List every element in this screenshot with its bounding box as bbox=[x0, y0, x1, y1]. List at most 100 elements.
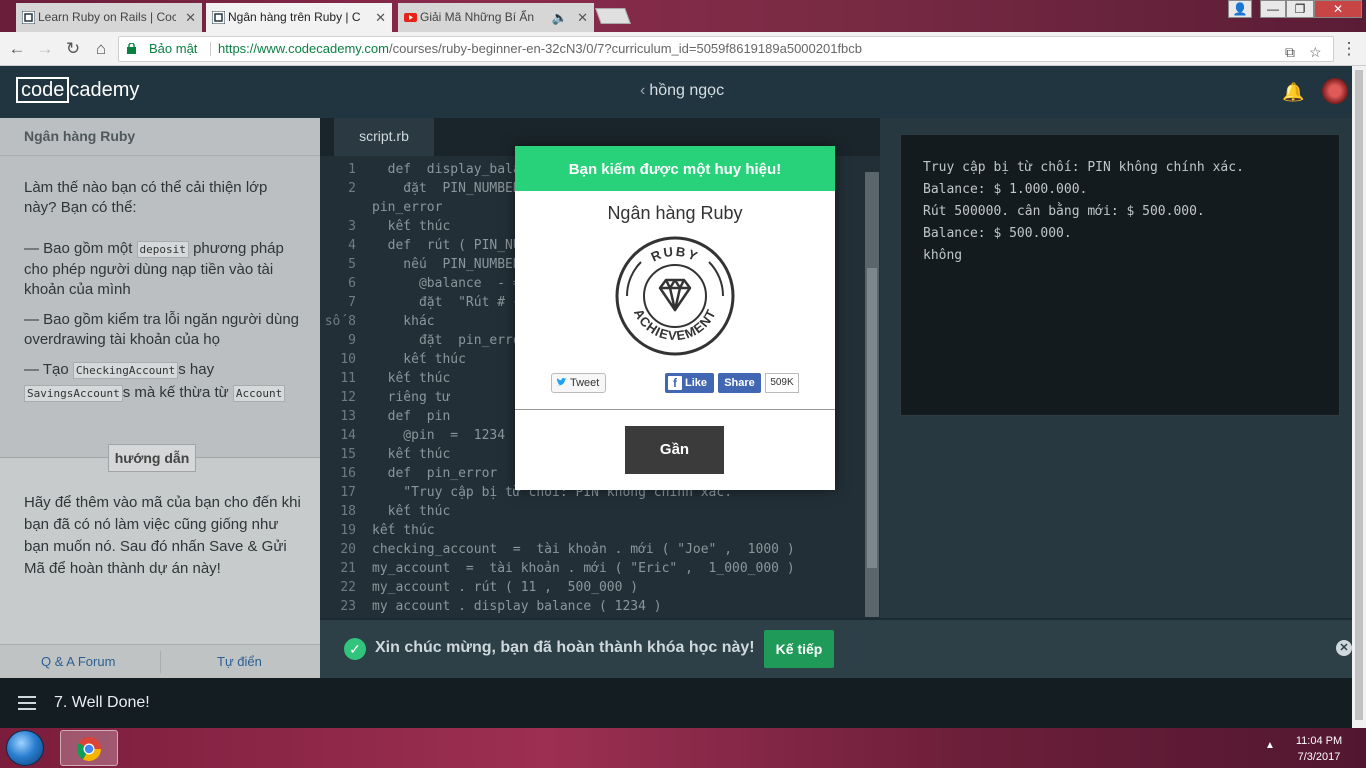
breadcrumb[interactable]: ‹ hồng ngọc bbox=[640, 82, 724, 100]
code-text: kết thúc bbox=[372, 371, 451, 386]
hint-button[interactable]: hướng dẫn bbox=[108, 444, 196, 472]
hint-section: Hãy để thêm vào mã của bạn cho đến khi b… bbox=[0, 458, 320, 658]
browser-tab[interactable]: Learn Ruby on Rails | Coc ✕ bbox=[16, 3, 202, 32]
badge-title: Ngân hàng Ruby bbox=[607, 203, 743, 223]
code-text: @balance - = bbox=[372, 276, 521, 291]
taskbar-chrome-button[interactable] bbox=[60, 730, 118, 766]
minimize-button[interactable]: — bbox=[1260, 0, 1286, 18]
svg-text:RUBY: RUBY bbox=[649, 244, 702, 265]
code-line: 15 kết thúc bbox=[320, 445, 450, 464]
console-line: Balance: $ 500.000. bbox=[923, 226, 1072, 241]
translate-icon[interactable]: ⧉ bbox=[1285, 40, 1295, 64]
facebook-share-button[interactable]: Share bbox=[718, 373, 761, 393]
tab-title: Learn Ruby on Rails | Coc bbox=[38, 10, 176, 24]
tray-arrow-icon[interactable]: ▲ bbox=[1265, 740, 1275, 751]
code-line: 6 @balance - = bbox=[320, 274, 521, 293]
inline-code: CheckingAccount bbox=[72, 362, 179, 379]
code-line: 23 my account . display balance ( 1234 ) bbox=[320, 597, 662, 616]
line-number: 12 bbox=[340, 390, 356, 405]
close-icon[interactable]: ✕ bbox=[1336, 640, 1352, 656]
code-line: 10 kết thúc bbox=[320, 350, 466, 369]
tab-script-rb[interactable]: script.rb bbox=[334, 118, 434, 156]
forward-icon[interactable]: → bbox=[34, 38, 56, 60]
new-tab-button[interactable] bbox=[595, 8, 631, 24]
browser-tab-bar: Learn Ruby on Rails | Coc ✕ Ngân hàng tr… bbox=[0, 0, 1366, 32]
browser-tab[interactable]: Ngân hàng trên Ruby | C ✕ bbox=[206, 3, 392, 32]
line-number: 21 bbox=[340, 561, 356, 576]
tab-title: Giải Mã Những Bí Ẩn bbox=[420, 10, 535, 24]
code-line: 20 checking_account = tài khoản . mới ( "… bbox=[320, 540, 794, 559]
code-text: def pin_error bbox=[372, 466, 498, 481]
url-separator bbox=[210, 42, 211, 56]
url-text: https://www.codecademy.com/courses/ruby-… bbox=[218, 37, 862, 61]
scrollbar-thumb[interactable] bbox=[867, 268, 877, 568]
completion-bar: ✓ Xin chúc mừng, bạn đã hoàn thành khóa … bbox=[320, 620, 1352, 678]
line-number: 13 bbox=[340, 409, 356, 424]
item-text: — Bao gồm một bbox=[24, 240, 137, 257]
next-button[interactable]: Kế tiếp bbox=[764, 630, 834, 668]
home-icon[interactable]: ⌂ bbox=[90, 38, 112, 60]
share-count: 509K bbox=[765, 373, 799, 393]
maximize-button[interactable]: ❐ bbox=[1286, 0, 1314, 18]
code-text: nếu PIN_NUMBER bbox=[372, 257, 521, 272]
url-field[interactable]: Bảo mật https://www.codecademy.com/cours… bbox=[118, 36, 1334, 62]
browser-tab[interactable]: Giải Mã Những Bí Ẩn 🔈 ✕ bbox=[398, 3, 594, 32]
code-text: riêng tư bbox=[372, 390, 451, 405]
system-clock[interactable]: 11:04 PM 7/3/2017 bbox=[1284, 733, 1354, 765]
badge-bottom-text: ACHIEVEMENT bbox=[631, 306, 718, 343]
completion-message: Xin chúc mừng, bạn đã hoàn thành khóa họ… bbox=[375, 639, 755, 656]
code-text: my account . display balance ( 1234 ) bbox=[372, 599, 662, 614]
url-host: https://www.codecademy.com bbox=[218, 41, 389, 56]
codecademy-icon bbox=[212, 11, 225, 24]
avatar[interactable] bbox=[1322, 78, 1348, 104]
reload-icon[interactable]: ↻ bbox=[62, 38, 84, 60]
instructions-item: — Tạo CheckingAccount s hay SavingsAccoun… bbox=[24, 359, 302, 405]
page-scrollbar[interactable] bbox=[1352, 66, 1366, 728]
share-row: Tweet f Like Share 509K bbox=[515, 372, 835, 394]
back-icon[interactable]: ← bbox=[6, 38, 28, 60]
code-line: pin_error bbox=[320, 198, 442, 217]
code-line: 13 def pin bbox=[320, 407, 450, 426]
windows-taskbar: ▲ 11:04 PM 7/3/2017 bbox=[0, 728, 1366, 768]
close-icon[interactable]: ✕ bbox=[577, 3, 588, 32]
glossary-link[interactable]: Tự điển bbox=[217, 654, 262, 669]
inline-code: SavingsAccount bbox=[24, 385, 123, 402]
bell-icon[interactable]: 🔔 bbox=[1282, 82, 1304, 103]
facebook-like-button[interactable]: f Like bbox=[665, 373, 714, 393]
url-path: /courses/ruby-beginner-en-32cN3/0/7?curr… bbox=[389, 41, 863, 56]
instructions-intro: Làm thế nào bạn có thể cải thiện lớp này… bbox=[24, 179, 268, 216]
hamburger-icon[interactable] bbox=[18, 696, 36, 710]
forum-link[interactable]: Q & A Forum bbox=[41, 654, 115, 669]
console-output: Truy cập bị từ chối: PIN không chính xác… bbox=[900, 134, 1340, 416]
user-icon[interactable]: 👤 bbox=[1228, 0, 1252, 18]
code-line: 19 kết thúc bbox=[320, 521, 434, 540]
tab-title: Ngân hàng trên Ruby | C bbox=[228, 10, 361, 24]
windows-start-icon[interactable] bbox=[6, 730, 44, 766]
inline-code: deposit bbox=[136, 241, 189, 258]
code-text: def rút ( PIN_NU bbox=[372, 238, 521, 253]
chrome-icon bbox=[76, 737, 101, 762]
like-label: Like bbox=[685, 377, 708, 389]
code-line: 3 kết thúc bbox=[320, 217, 450, 236]
code-line: 22 my_account . rút ( 11 , 500_000 ) bbox=[320, 578, 638, 597]
logo-cademy: cademy bbox=[69, 79, 140, 101]
menu-icon[interactable]: ⋮ bbox=[1338, 38, 1360, 60]
close-icon[interactable]: ✕ bbox=[185, 3, 196, 32]
line-number: 6 bbox=[348, 276, 356, 291]
scrollbar-thumb[interactable] bbox=[1355, 70, 1363, 720]
star-icon[interactable]: ☆ bbox=[1309, 40, 1322, 64]
window-close-button[interactable]: ✕ bbox=[1314, 0, 1362, 18]
codecademy-logo[interactable]: code cademy bbox=[16, 77, 140, 103]
close-button[interactable]: Gần bbox=[625, 426, 724, 474]
instructions-item: — Bao gồm kiểm tra lỗi ngăn người dùng o… bbox=[24, 311, 300, 348]
tweet-button[interactable]: Tweet bbox=[551, 373, 606, 393]
breadcrumb-label: hồng ngọc bbox=[649, 82, 725, 99]
line-number: 15 bbox=[340, 447, 356, 462]
code-text: kết thúc bbox=[372, 219, 451, 234]
close-icon[interactable]: ✕ bbox=[375, 3, 386, 32]
line-number: 18 bbox=[340, 504, 356, 519]
editor-scrollbar[interactable] bbox=[865, 172, 879, 617]
clock-time: 11:04 PM bbox=[1295, 735, 1343, 747]
code-text: def display_bala bbox=[372, 162, 521, 177]
code-text: pin_error bbox=[372, 200, 443, 215]
